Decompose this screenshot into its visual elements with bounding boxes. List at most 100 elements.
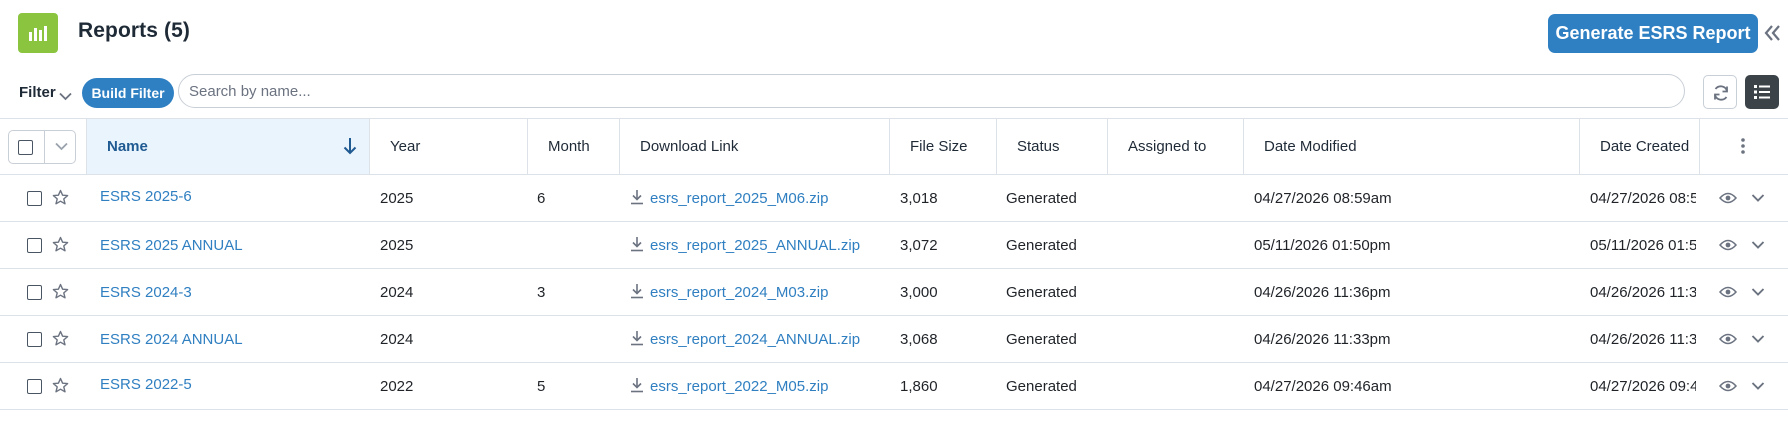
cell-status: Generated [1006, 190, 1077, 207]
column-header-label: File Size [910, 138, 968, 155]
cell-file-size: 1,860 [900, 378, 938, 395]
column-header-label: Download Link [640, 138, 739, 155]
cell-date-created: 04/26/2026 11:33pm [1590, 331, 1696, 348]
column-header-label: Date Created [1600, 138, 1690, 155]
cell-month: 6 [537, 190, 546, 207]
cell-date-modified: 04/27/2026 09:46am [1254, 378, 1392, 395]
search-field [178, 74, 1685, 108]
refresh-icon [1714, 85, 1728, 101]
table-row[interactable]: ESRS 2025-6 2025 6 esrs_report_2025_M06.… [0, 175, 1788, 222]
bar-chart-icon [18, 13, 58, 53]
column-header-name[interactable]: Name [87, 119, 370, 174]
download-link[interactable]: esrs_report_2024_ANNUAL.zip [650, 331, 860, 348]
select-column-header [0, 119, 87, 174]
cell-date-modified: 04/26/2026 11:36pm [1254, 284, 1391, 301]
select-all-checkbox[interactable] [18, 140, 33, 155]
eye-icon[interactable] [1719, 380, 1737, 392]
cell-date-created: 04/27/2026 08:59am [1590, 190, 1696, 207]
page-title: Reports (5) [78, 19, 190, 42]
report-name-link[interactable]: ESRS 2024-3 [100, 284, 192, 301]
list-view-button[interactable] [1745, 75, 1779, 109]
cell-date-modified: 05/11/2026 01:50pm [1254, 237, 1391, 254]
column-header-download-link[interactable]: Download Link [620, 119, 890, 174]
cell-year: 2025 [380, 237, 414, 254]
table-row[interactable]: ESRS 2025 ANNUAL 2025 esrs_report_2025_A… [0, 222, 1788, 269]
cell-status: Generated [1006, 331, 1077, 348]
cell-date-created: 04/26/2026 11:36pm [1590, 284, 1696, 301]
row-checkbox[interactable] [27, 285, 42, 300]
report-name-link[interactable]: ESRS 2024 ANNUAL [100, 331, 243, 348]
search-input[interactable] [179, 75, 1684, 107]
cell-status: Generated [1006, 378, 1077, 395]
chevron-down-icon[interactable] [1751, 240, 1765, 250]
report-name-link[interactable]: ESRS 2025-6 [100, 188, 192, 205]
table-row[interactable]: ESRS 2024 ANNUAL 2024 esrs_report_2024_A… [0, 316, 1788, 363]
row-checkbox[interactable] [27, 191, 42, 206]
cell-year: 2025 [380, 190, 414, 207]
filter-dropdown-label[interactable]: Filter [19, 84, 56, 101]
chevron-down-icon[interactable] [59, 88, 72, 106]
cell-file-size: 3,068 [900, 331, 938, 348]
download-link[interactable]: esrs_report_2024_M03.zip [650, 284, 828, 301]
refresh-button[interactable] [1703, 75, 1737, 109]
table-row[interactable]: ESRS 2024-3 2024 3 esrs_report_2024_M03.… [0, 269, 1788, 316]
download-icon[interactable] [630, 236, 644, 252]
arrow-down-icon[interactable] [343, 137, 357, 155]
column-header-date-modified[interactable]: Date Modified [1244, 119, 1580, 174]
kebab-icon[interactable] [1740, 137, 1746, 155]
column-header-status[interactable]: Status [997, 119, 1108, 174]
download-icon[interactable] [630, 330, 644, 346]
column-header-year[interactable]: Year [370, 119, 528, 174]
bulk-select-control[interactable] [8, 130, 76, 164]
cell-file-size: 3,018 [900, 190, 938, 207]
chevron-down-icon[interactable] [1751, 193, 1765, 203]
eye-icon[interactable] [1719, 286, 1737, 298]
cell-year: 2024 [380, 284, 414, 301]
build-filter-button[interactable]: Build Filter [82, 78, 174, 108]
row-checkbox[interactable] [27, 238, 42, 253]
table-header: Name Year Month Download Link File Size … [0, 118, 1788, 175]
row-checkbox[interactable] [27, 332, 42, 347]
column-header-label: Assigned to [1128, 138, 1207, 155]
row-checkbox[interactable] [27, 379, 42, 394]
cell-year: 2024 [380, 331, 414, 348]
star-icon[interactable] [52, 236, 69, 253]
report-name-link[interactable]: ESRS 2025 ANNUAL [100, 237, 243, 254]
eye-icon[interactable] [1719, 192, 1737, 204]
cell-status: Generated [1006, 284, 1077, 301]
cell-date-created: 04/27/2026 09:46am [1590, 378, 1696, 395]
column-header-assigned-to[interactable]: Assigned to [1108, 119, 1244, 174]
star-icon[interactable] [52, 283, 69, 300]
cell-month: 5 [537, 378, 546, 395]
chevron-down-icon[interactable] [1751, 381, 1765, 391]
cell-date-created: 05/11/2026 01:50pm [1590, 237, 1696, 254]
chevron-down-icon[interactable] [1751, 334, 1765, 344]
column-header-date-created[interactable]: Date Created [1580, 119, 1700, 174]
download-link[interactable]: esrs_report_2022_M05.zip [650, 378, 828, 395]
generate-esrs-report-button[interactable]: Generate ESRS Report [1548, 14, 1758, 53]
star-icon[interactable] [52, 189, 69, 206]
table-row[interactable]: ESRS 2022-5 2022 5 esrs_report_2022_M05.… [0, 363, 1788, 410]
download-icon[interactable] [630, 189, 644, 205]
cell-month: 3 [537, 284, 546, 301]
eye-icon[interactable] [1719, 333, 1737, 345]
page-header: Reports (5) Generate ESRS Report [0, 0, 1788, 68]
chevron-down-icon[interactable] [55, 142, 68, 151]
download-icon[interactable] [630, 283, 644, 299]
cell-date-modified: 04/26/2026 11:33pm [1254, 331, 1391, 348]
eye-icon[interactable] [1719, 239, 1737, 251]
download-link[interactable]: esrs_report_2025_M06.zip [650, 190, 828, 207]
report-name-link[interactable]: ESRS 2022-5 [100, 376, 192, 393]
column-header-file-size[interactable]: File Size [890, 119, 997, 174]
filter-toolbar: Filter Build Filter [0, 74, 1788, 110]
chevron-down-icon[interactable] [1751, 287, 1765, 297]
double-chevron-left-icon[interactable] [1764, 24, 1780, 47]
star-icon[interactable] [52, 330, 69, 347]
download-link[interactable]: esrs_report_2025_ANNUAL.zip [650, 237, 860, 254]
cell-year: 2022 [380, 378, 414, 395]
column-header-label: Month [548, 138, 590, 155]
star-icon[interactable] [52, 377, 69, 394]
download-icon[interactable] [630, 377, 644, 393]
column-header-month[interactable]: Month [528, 119, 620, 174]
column-header-label: Year [390, 138, 421, 155]
